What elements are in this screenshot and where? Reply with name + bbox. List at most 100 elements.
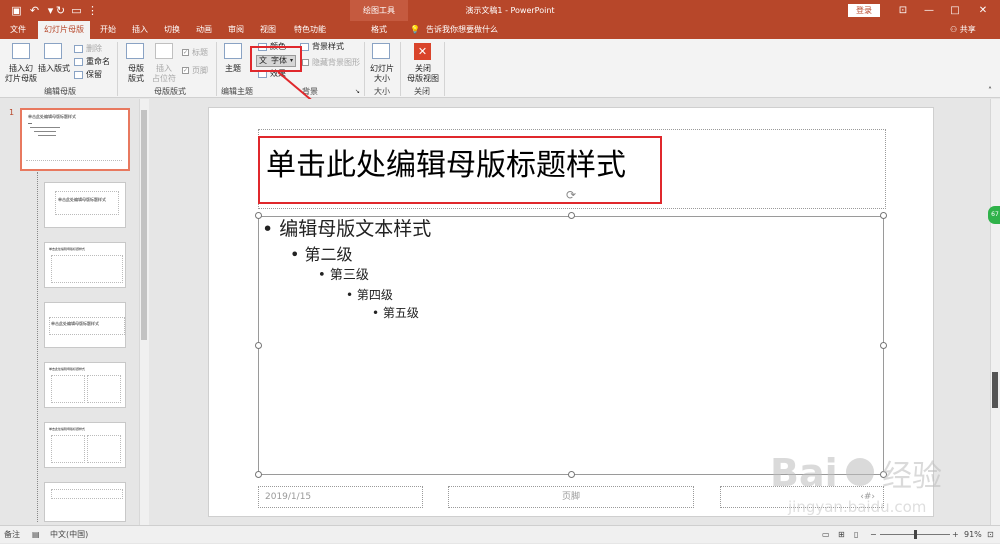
- slide-size-icon[interactable]: [372, 43, 390, 59]
- insert-slide-master-icon[interactable]: [12, 43, 30, 59]
- tab-file[interactable]: 文件: [4, 21, 32, 39]
- zoom-level[interactable]: 91%: [964, 526, 982, 544]
- vertical-scrollbar[interactable]: [990, 99, 1000, 525]
- collapse-ribbon-icon[interactable]: ˄: [988, 86, 992, 96]
- present-icon[interactable]: ▭: [70, 4, 83, 17]
- themes-icon[interactable]: [224, 43, 242, 59]
- background-styles-button[interactable]: 背景样式: [312, 42, 344, 52]
- master-thumbnail-title: 单击此处编辑母版标题样式: [28, 114, 76, 119]
- resize-handle[interactable]: [255, 471, 262, 478]
- share-button[interactable]: ⚇ 共享: [950, 21, 995, 39]
- layout-thumbnail[interactable]: 单击此处编辑母版标题样式: [44, 362, 126, 408]
- tab-slide-master[interactable]: 幻灯片母版: [38, 21, 90, 39]
- status-bar: 备注 ▤ 中文(中国) ▭ ⊞ ▯ − + 91% ⊡: [0, 525, 1000, 543]
- close-master-view-button[interactable]: 关闭 母版视图: [406, 64, 440, 84]
- ribbon-separator: [364, 42, 365, 96]
- zoom-slider-knob[interactable]: [914, 530, 917, 539]
- undo-icon[interactable]: ↶: [28, 4, 41, 17]
- rotate-icon[interactable]: ⟳: [564, 188, 578, 202]
- zoom-out-icon[interactable]: −: [870, 526, 877, 544]
- more-icon[interactable]: ⋮: [86, 4, 99, 17]
- reading-view-icon[interactable]: ▯: [854, 526, 858, 544]
- dialog-launcher-icon[interactable]: ↘: [355, 87, 360, 97]
- bullet-level-5[interactable]: • 第五级: [372, 305, 419, 322]
- slide-size-button[interactable]: 幻灯片 大小: [369, 64, 395, 84]
- resize-handle[interactable]: [880, 342, 887, 349]
- tab-transitions[interactable]: 切换: [158, 21, 186, 39]
- vertical-scroll-thumb[interactable]: [992, 372, 998, 408]
- footer-date: 2019/1/15: [265, 492, 312, 502]
- resize-handle[interactable]: [880, 212, 887, 219]
- login-button[interactable]: 登录: [848, 4, 880, 17]
- close-master-icon[interactable]: ✕: [414, 43, 431, 60]
- hide-background-checkbox[interactable]: [302, 59, 309, 66]
- slide-sorter-icon[interactable]: ⊞: [838, 526, 845, 544]
- normal-view-icon[interactable]: ▭: [822, 526, 830, 544]
- save-icon[interactable]: ▣: [10, 4, 23, 17]
- insert-slide-master-button[interactable]: 插入幻 灯片母版: [5, 64, 37, 84]
- layout-thumbnail-title: 单击此处编辑母版标题样式: [49, 367, 86, 371]
- maximize-button[interactable]: □: [942, 0, 968, 21]
- thumbnail-scroll-thumb[interactable]: [141, 110, 147, 340]
- title-checkbox-label: 标题: [192, 48, 208, 57]
- layout-thumbnail[interactable]: 单击此处编辑母版标题样式: [44, 302, 126, 348]
- master-layout-button[interactable]: 母版 版式: [126, 64, 146, 84]
- footer-checkbox[interactable]: ✓: [182, 67, 189, 74]
- tab-special[interactable]: 特色功能: [286, 21, 334, 39]
- delete-button[interactable]: 删除: [86, 44, 102, 54]
- bullet-level-1[interactable]: • 编辑母版文本样式: [262, 217, 431, 241]
- tab-animations[interactable]: 动画: [190, 21, 218, 39]
- layout-thumbnail[interactable]: 单击此处编辑母版标题样式: [44, 242, 126, 288]
- resize-handle[interactable]: [255, 212, 262, 219]
- tell-me-box[interactable]: 💡 告诉我你想要做什么: [410, 21, 550, 39]
- footer-text: 页脚: [561, 492, 580, 502]
- tab-insert[interactable]: 插入: [126, 21, 154, 39]
- themes-button[interactable]: 主题: [225, 64, 241, 74]
- group-label-master-layout: 母版版式: [154, 87, 186, 96]
- layout-tree-line: [37, 172, 38, 522]
- footer-placeholder[interactable]: 页脚: [448, 486, 694, 508]
- tab-review[interactable]: 审阅: [222, 21, 250, 39]
- watermark-brand: Bai: [770, 451, 838, 495]
- bullet-level-2[interactable]: • 第二级: [290, 245, 353, 265]
- tab-home[interactable]: 开始: [94, 21, 122, 39]
- zoom-in-icon[interactable]: +: [952, 526, 959, 544]
- slide-title[interactable]: 单击此处编辑母版标题样式: [266, 146, 626, 186]
- ribbon-display-icon[interactable]: ⊡: [890, 0, 916, 21]
- preserve-button[interactable]: 保留: [86, 70, 102, 80]
- resize-handle[interactable]: [568, 471, 575, 478]
- resize-handle[interactable]: [255, 342, 262, 349]
- layout-thumbnail[interactable]: 单击此处编辑母版标题样式: [44, 422, 126, 468]
- master-slide-thumbnail[interactable]: 单击此处编辑母版标题样式: [20, 108, 130, 171]
- date-placeholder[interactable]: 2019/1/15: [258, 486, 423, 508]
- master-slide-number: 1: [9, 108, 15, 117]
- layout-thumbnail-title: 单击此处编辑母版标题样式: [49, 247, 86, 251]
- notes-button[interactable]: 备注: [4, 526, 20, 544]
- side-badge[interactable]: 67: [988, 206, 1000, 224]
- language-indicator[interactable]: 中文(中国): [50, 526, 88, 544]
- redo-icon[interactable]: ↻: [54, 4, 67, 17]
- layout-thumbnail[interactable]: 单击此处编辑母版标题样式: [44, 182, 126, 228]
- title-checkbox[interactable]: ✓: [182, 49, 189, 56]
- spellcheck-icon[interactable]: ▤: [32, 526, 40, 544]
- insert-layout-button[interactable]: 插入版式: [38, 64, 70, 74]
- layout-thumbnail[interactable]: [44, 482, 126, 522]
- insert-layout-icon[interactable]: [44, 43, 62, 59]
- fit-slide-icon[interactable]: ⊡: [987, 526, 994, 544]
- insert-placeholder-icon[interactable]: [155, 43, 173, 59]
- master-layout-icon[interactable]: [126, 43, 144, 59]
- tab-view[interactable]: 视图: [254, 21, 282, 39]
- rename-button[interactable]: 重命名: [86, 57, 110, 67]
- group-label-size: 大小: [374, 87, 390, 96]
- minimize-button[interactable]: —: [916, 0, 942, 21]
- paw-icon: [846, 458, 874, 486]
- bullet-level-4[interactable]: • 第四级: [346, 287, 393, 304]
- bullet-level-3[interactable]: • 第三级: [318, 267, 369, 285]
- insert-placeholder-button[interactable]: 插入 占位符: [150, 64, 178, 84]
- watermark-url: jingyan.baidu.com: [787, 498, 926, 516]
- tell-me-text: 告诉我你想要做什么: [425, 25, 498, 34]
- close-button[interactable]: ✕: [970, 0, 996, 21]
- resize-handle[interactable]: [568, 212, 575, 219]
- rename-icon: [74, 58, 83, 66]
- tab-format[interactable]: 格式: [362, 21, 396, 39]
